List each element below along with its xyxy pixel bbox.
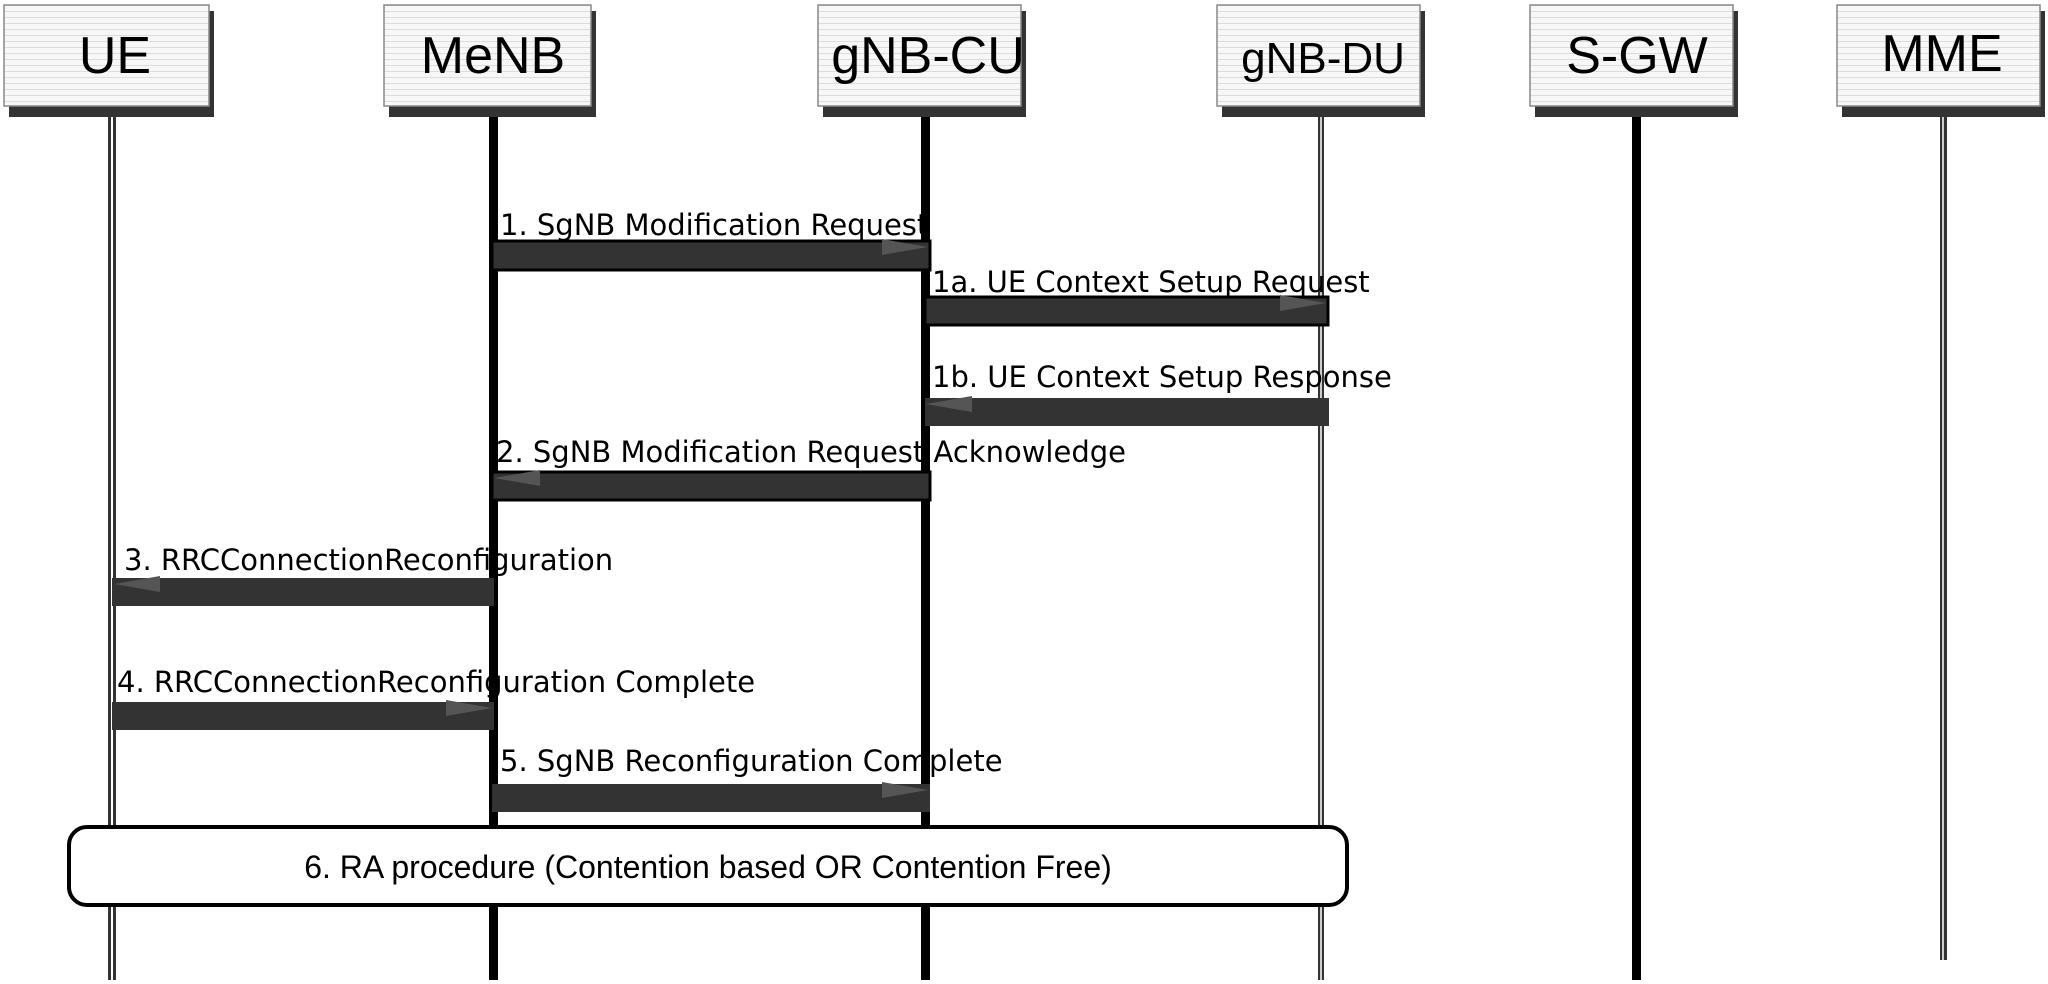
entity-header-mme: MME (1836, 4, 2045, 117)
entity-label-gnb-cu: gNB-CU (831, 27, 1025, 85)
procedure-box-label: 6. RA procedure (Contention based OR Con… (304, 849, 1112, 885)
message-3-label: 3. RRCConnectionReconfiguration (124, 543, 613, 577)
entity-label-mme: MME (1881, 25, 2002, 83)
entity-label-gnb-du: gNB-DU (1241, 34, 1405, 83)
entity-label-s-gw: S-GW (1566, 27, 1708, 85)
message-1a-label: 1a. UE Context Setup Request (932, 265, 1370, 299)
message-1-label: 1. SgNB Modification Request (500, 208, 928, 242)
message-2: 2. SgNB Modification Request Acknowledge (490, 435, 1126, 502)
procedure-box: 6. RA procedure (Contention based OR Con… (67, 825, 1349, 907)
entity-header-menb: MeNB (383, 4, 596, 117)
message-1: 1. SgNB Modification Request (490, 208, 932, 272)
message-4-label: 4. RRCConnectionReconfiguration Complete (117, 665, 755, 699)
lifeline-s-gw (1632, 112, 1641, 980)
entity-header-ue: UE (3, 4, 214, 117)
entity-label-ue: UE (79, 27, 151, 85)
message-1a: 1a. UE Context Setup Request (923, 265, 1370, 327)
message-3: 3. RRCConnectionReconfiguration (112, 543, 613, 606)
entity-header-gnb-cu: gNB-CU (817, 4, 1026, 117)
message-4: 4. RRCConnectionReconfiguration Complete (112, 665, 755, 730)
message-2-label: 2. SgNB Modification Request Acknowledge (496, 435, 1126, 469)
entity-label-menb: MeNB (421, 27, 565, 85)
message-1b: 1b. UE Context Setup Response (925, 360, 1392, 426)
entity-header-s-gw: S-GW (1529, 4, 1738, 117)
entity-header-gnb-du: gNB-DU (1216, 4, 1425, 117)
message-5-label: 5. SgNB Reconfiguration Complete (500, 744, 1003, 778)
message-1b-label: 1b. UE Context Setup Response (932, 360, 1392, 394)
sequence-diagram: UE MeNB gNB-CU gNB-DU S-GW MME 1. SgNB M… (3, 4, 2045, 980)
